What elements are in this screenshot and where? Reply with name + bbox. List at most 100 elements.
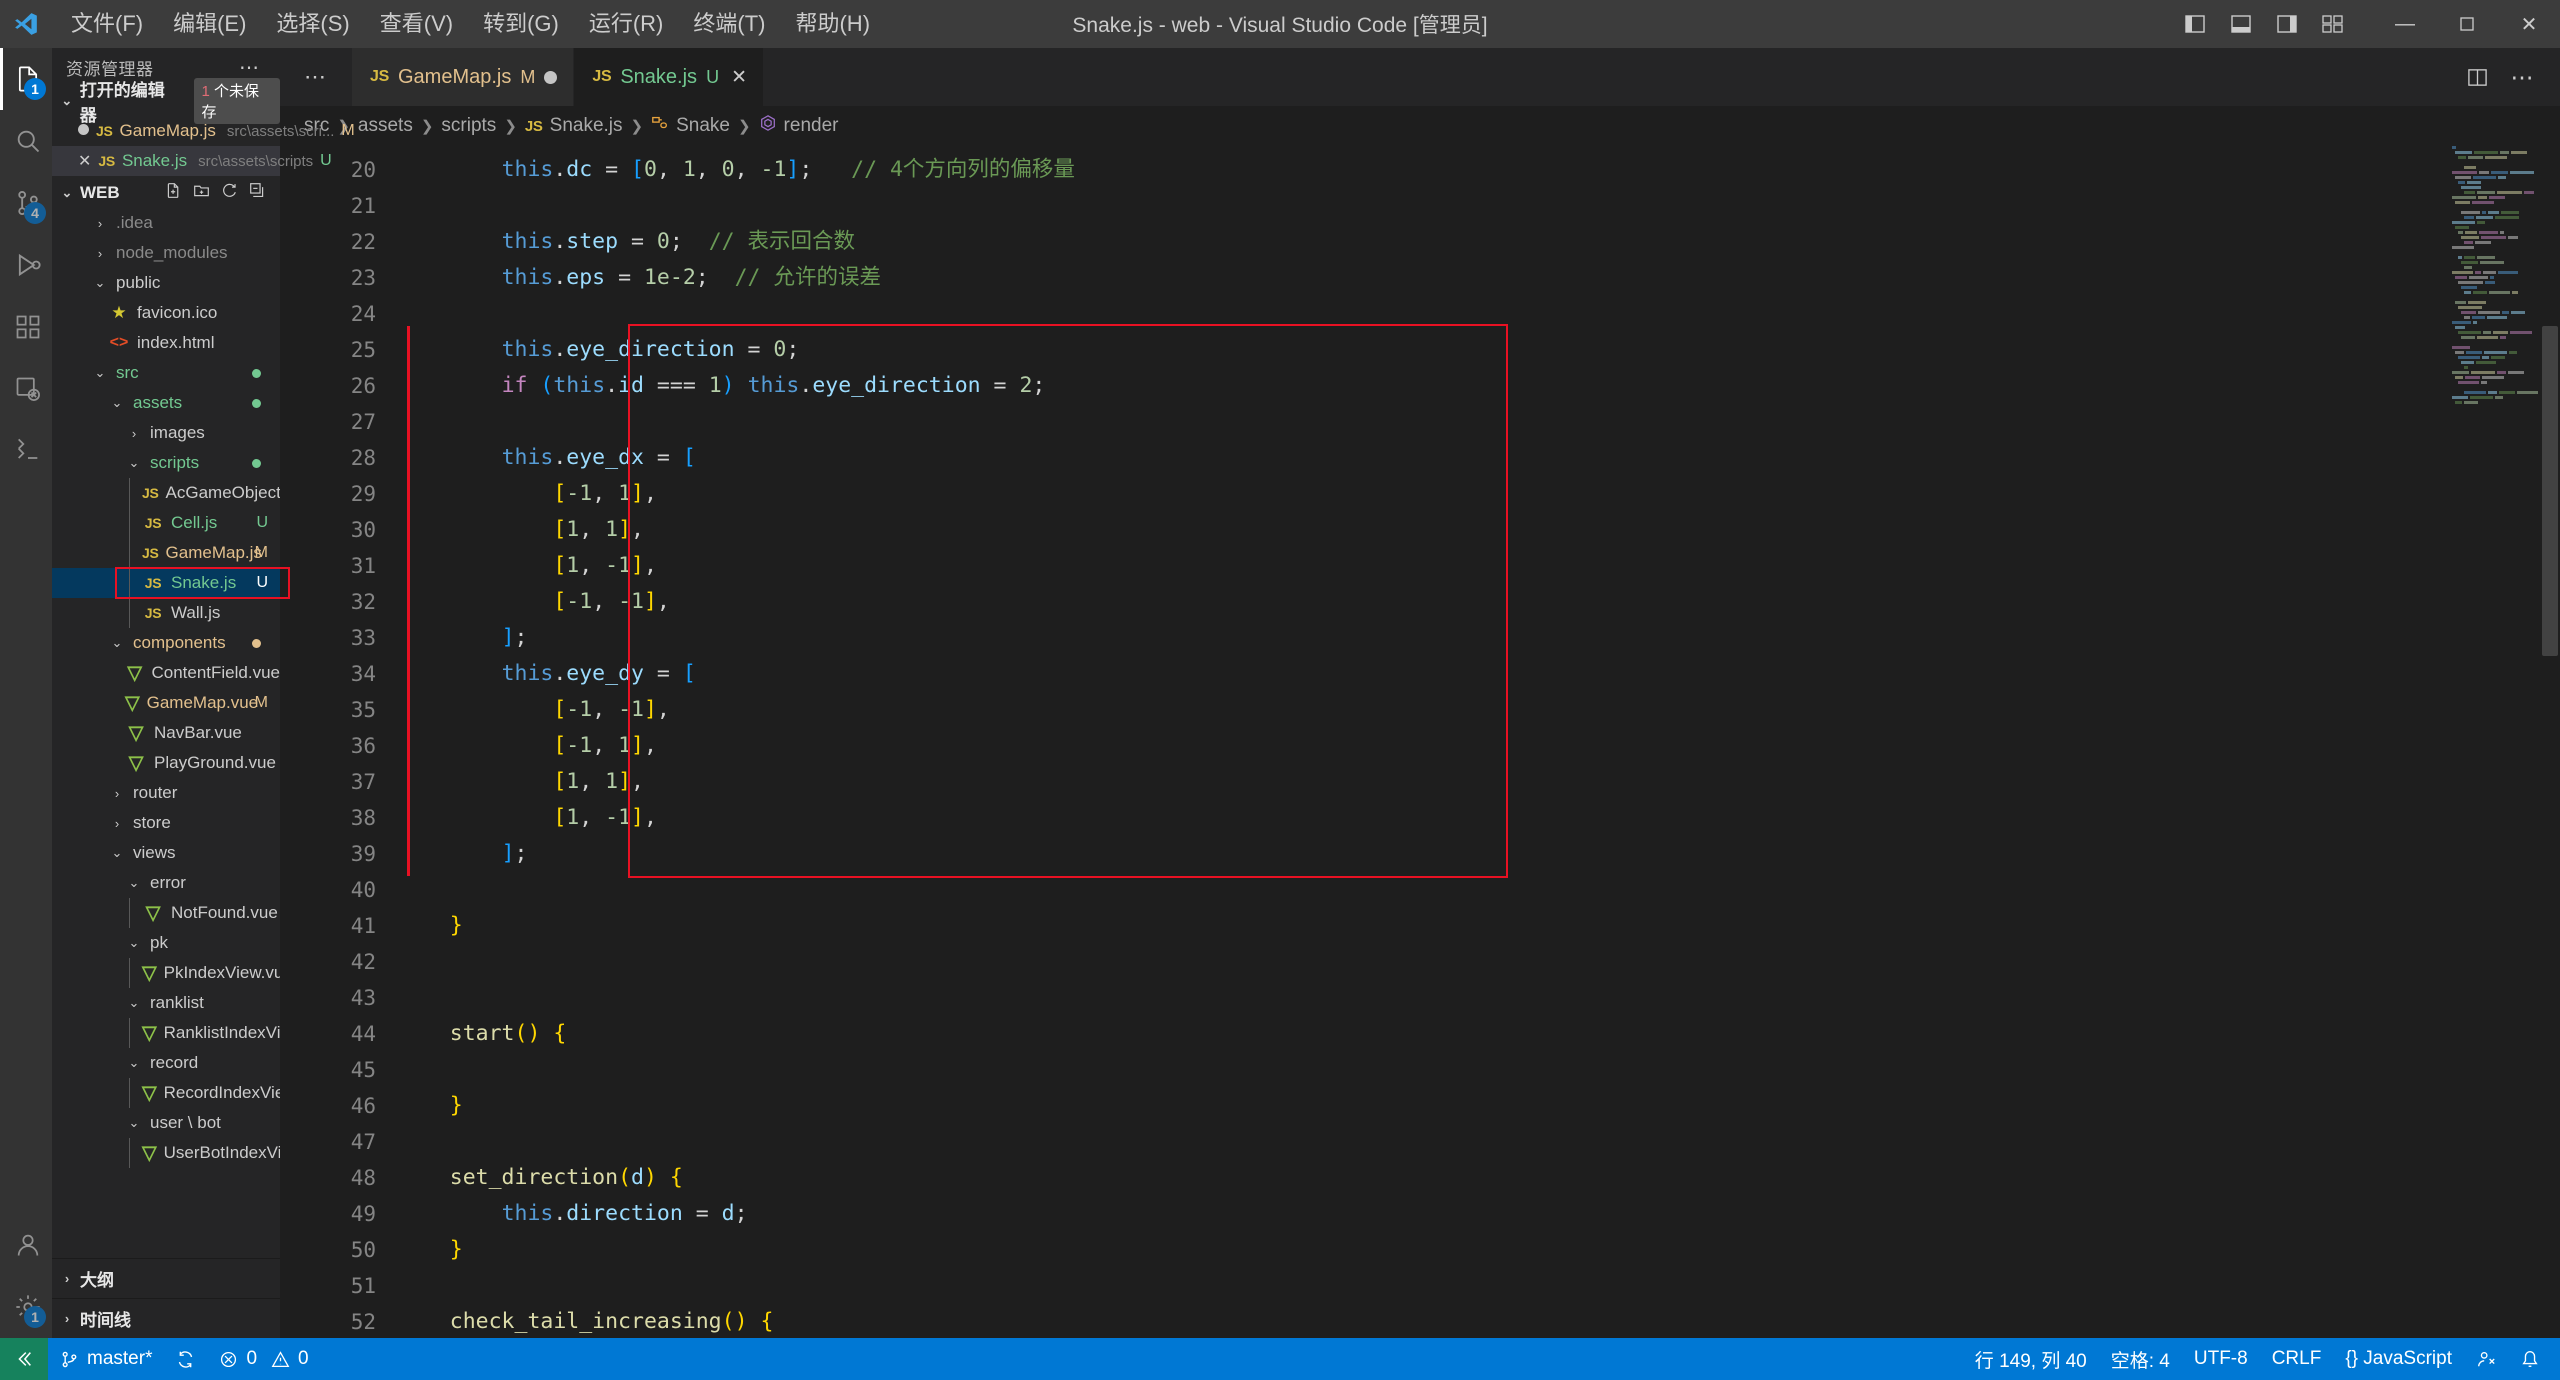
tree-folder-error[interactable]: ⌄ error bbox=[52, 868, 280, 898]
menu-terminal[interactable]: 终端(T) bbox=[680, 7, 778, 41]
feedback-icon[interactable] bbox=[2464, 1338, 2508, 1380]
code-line[interactable]: } bbox=[398, 1232, 2560, 1268]
open-editors-section-header[interactable]: ⌄ 打开的编辑器 1 个未保存 bbox=[52, 78, 280, 125]
more-actions-icon[interactable]: ⋯ bbox=[2502, 56, 2544, 98]
open-editor-item[interactable]: ✕ JS Snake.js src\assets\scripts U bbox=[52, 146, 332, 176]
customize-layout-icon[interactable] bbox=[2310, 1, 2356, 47]
sidebar-more-actions[interactable]: ⋯ bbox=[239, 55, 260, 80]
close-button[interactable]: ✕ bbox=[2498, 0, 2560, 48]
close-icon[interactable]: ✕ bbox=[78, 151, 91, 171]
scrollbar-thumb[interactable] bbox=[2542, 326, 2558, 656]
activity-test-explorer-icon[interactable] bbox=[0, 420, 52, 482]
tree-folder-components[interactable]: ⌄ components bbox=[52, 628, 280, 658]
code-line[interactable]: [1, -1], bbox=[398, 548, 2560, 584]
code-line[interactable] bbox=[398, 296, 2560, 332]
activity-accounts-icon[interactable] bbox=[0, 1214, 52, 1276]
code-line[interactable]: this.eye_dy = [ bbox=[398, 656, 2560, 692]
tree-file-cell-js[interactable]: JS Cell.js U bbox=[52, 508, 280, 538]
code-line[interactable]: ]; bbox=[398, 620, 2560, 656]
tree-folder-assets[interactable]: ⌄ assets bbox=[52, 388, 280, 418]
breadcrumb-item-snake-js[interactable]: JS Snake.js bbox=[525, 115, 623, 137]
menu-run[interactable]: 运行(R) bbox=[576, 7, 677, 41]
menu-view[interactable]: 查看(V) bbox=[367, 7, 466, 41]
remote-window-button[interactable] bbox=[0, 1338, 48, 1380]
tree-file-acgameobject-js[interactable]: JS AcGameObject.js bbox=[52, 478, 280, 508]
tree-folder-src[interactable]: ⌄ src bbox=[52, 358, 280, 388]
tree-file-recordindexview-vue[interactable]: ▽ RecordIndexView.vue bbox=[52, 1078, 280, 1108]
eol-button[interactable]: CRLF bbox=[2260, 1338, 2334, 1380]
problems-button[interactable]: 0 0 bbox=[207, 1338, 320, 1380]
minimap[interactable] bbox=[2446, 146, 2538, 1338]
activity-explorer-icon[interactable]: 1 bbox=[0, 48, 52, 110]
code-line[interactable] bbox=[398, 944, 2560, 980]
activity-settings-gear-icon[interactable]: 1 bbox=[0, 1276, 52, 1338]
code-line[interactable]: this.step = 0; // 表示回合数 bbox=[398, 224, 2560, 260]
layout-controls[interactable] bbox=[2172, 1, 2356, 47]
tree-file-index-html[interactable]: <> index.html bbox=[52, 328, 280, 358]
tree-folder-pk[interactable]: ⌄ pk bbox=[52, 928, 280, 958]
code-line[interactable] bbox=[398, 980, 2560, 1016]
tree-file-notfound-vue[interactable]: ▽ NotFound.vue bbox=[52, 898, 280, 928]
activity-search-icon[interactable] bbox=[0, 110, 52, 172]
activity-extensions-icon[interactable] bbox=[0, 296, 52, 358]
tree-file-navbar-vue[interactable]: ▽ NavBar.vue bbox=[52, 718, 280, 748]
collapse-all-icon[interactable] bbox=[249, 182, 266, 204]
code-line[interactable] bbox=[398, 1052, 2560, 1088]
dirty-dot-icon[interactable] bbox=[78, 122, 89, 140]
tree-folder-record[interactable]: ⌄ record bbox=[52, 1048, 280, 1078]
code-line[interactable]: this.eye_dx = [ bbox=[398, 440, 2560, 476]
new-file-icon[interactable] bbox=[165, 182, 182, 204]
tree-folder-scripts[interactable]: ⌄ scripts bbox=[52, 448, 280, 478]
menu-edit[interactable]: 编辑(E) bbox=[160, 7, 259, 41]
code-line[interactable]: [-1, -1], bbox=[398, 584, 2560, 620]
tree-folder-router[interactable]: › router bbox=[52, 778, 280, 808]
tree-folder-images[interactable]: › images bbox=[52, 418, 280, 448]
git-branch-button[interactable]: master* bbox=[48, 1338, 164, 1380]
code-line[interactable]: [1, 1], bbox=[398, 512, 2560, 548]
notifications-bell-icon[interactable] bbox=[2508, 1338, 2560, 1380]
activity-source-control-icon[interactable]: 4 bbox=[0, 172, 52, 234]
activity-run-debug-icon[interactable] bbox=[0, 234, 52, 296]
code-line[interactable]: } bbox=[398, 908, 2560, 944]
breadcrumb[interactable]: src ❯ assets ❯ scripts ❯ JS Snake.js ❯ Snake ❯ rend… bbox=[280, 106, 2560, 146]
toggle-primary-sidebar-icon[interactable] bbox=[2172, 1, 2218, 47]
code-line[interactable] bbox=[398, 188, 2560, 224]
encoding-button[interactable]: UTF-8 bbox=[2182, 1338, 2260, 1380]
menu-help[interactable]: 帮助(H) bbox=[782, 7, 883, 41]
tree-folder--idea[interactable]: › .idea bbox=[52, 208, 280, 238]
tree-folder-node-modules[interactable]: › node_modules bbox=[52, 238, 280, 268]
activity-remote-explorer-icon[interactable] bbox=[0, 358, 52, 420]
tree-file-ranklistindexview-vue[interactable]: ▽ RanklistIndexView.vue bbox=[52, 1018, 280, 1048]
tree-file-snake-js[interactable]: JS Snake.js U bbox=[52, 568, 280, 598]
maximize-button[interactable] bbox=[2436, 0, 2498, 48]
vertical-scrollbar[interactable] bbox=[2540, 146, 2560, 1338]
tree-file-pkindexview-vue[interactable]: ▽ PkIndexView.vue bbox=[52, 958, 280, 988]
tree-folder-public[interactable]: ⌄ public bbox=[52, 268, 280, 298]
file-tree[interactable]: › .idea › node_modules ⌄ public ★ favicon.ico <>… bbox=[52, 208, 280, 1258]
code-line[interactable] bbox=[398, 1124, 2560, 1160]
code-content[interactable]: this.dc = [0, 1, 0, -1]; // 4个方向列的偏移量 th… bbox=[398, 146, 2560, 1338]
workspace-actions[interactable] bbox=[165, 182, 280, 204]
code-line[interactable]: if (this.id === 1) this.eye_direction = … bbox=[398, 368, 2560, 404]
code-line[interactable]: check_tail_increasing() { bbox=[398, 1304, 2560, 1338]
code-line[interactable]: this.direction = d; bbox=[398, 1196, 2560, 1232]
tab-snake-js[interactable]: JS Snake.js U ✕ bbox=[574, 48, 764, 106]
open-editor-item[interactable]: JS GameMap.js src\assets\scri... M bbox=[52, 116, 355, 146]
tree-folder-store[interactable]: › store bbox=[52, 808, 280, 838]
code-line[interactable] bbox=[398, 404, 2560, 440]
split-editor-icon[interactable] bbox=[2456, 56, 2498, 98]
code-line[interactable] bbox=[398, 1268, 2560, 1304]
code-editor[interactable]: 20 21 22 23 24 25 26 27 28 29 30 31 32 33 34 35 36 37 38 39… bbox=[280, 146, 2560, 1338]
code-line[interactable]: [1, 1], bbox=[398, 764, 2560, 800]
sync-changes-button[interactable] bbox=[164, 1338, 207, 1380]
language-mode-button[interactable]: {} JavaScript bbox=[2333, 1338, 2464, 1380]
minimize-button[interactable]: — bbox=[2374, 0, 2436, 48]
tree-folder-ranklist[interactable]: ⌄ ranklist bbox=[52, 988, 280, 1018]
menu-file[interactable]: 文件(F) bbox=[58, 7, 156, 41]
code-line[interactable]: ]; bbox=[398, 836, 2560, 872]
outline-section-header[interactable]: › 大纲 bbox=[52, 1258, 280, 1298]
breadcrumb-item-render[interactable]: render bbox=[759, 114, 838, 138]
tree-file-gamemap-vue[interactable]: ▽ GameMap.vue M bbox=[52, 688, 280, 718]
breadcrumb-item-snake[interactable]: Snake bbox=[651, 114, 730, 138]
breadcrumb-item-scripts[interactable]: scripts bbox=[441, 115, 496, 137]
